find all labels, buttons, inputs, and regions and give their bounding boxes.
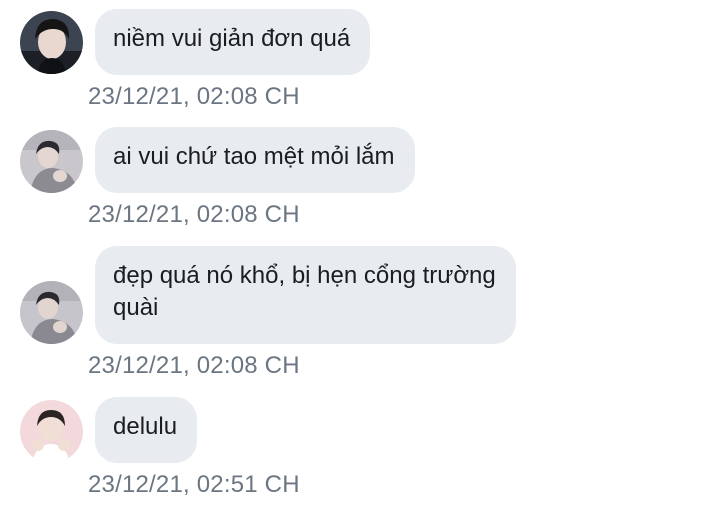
sender-avatar[interactable]	[20, 400, 83, 463]
message-timestamp: 23/12/21, 02:08 CH	[88, 352, 300, 379]
message-text-line: niềm vui giản đơn quá	[113, 25, 351, 52]
message-thread: niềm vui giản đơn quá 23/12/21, 02:08 CH…	[0, 0, 720, 505]
sender-avatar[interactable]	[20, 11, 83, 74]
message-text-line: đẹp quá nó khổ, bị hẹn cổng trường	[113, 262, 496, 289]
profile-photo-icon	[20, 11, 83, 74]
message-bubble[interactable]: đẹp quá nó khổ, bị hẹn cổng trường quài	[95, 246, 516, 344]
message-timestamp: 23/12/21, 02:51 CH	[88, 471, 300, 498]
message-bubble[interactable]: niềm vui giản đơn quá	[95, 9, 371, 75]
message-bubble[interactable]: ai vui chứ tao mệt mỏi lắm	[95, 127, 415, 193]
message-bubble[interactable]: delulu	[95, 397, 198, 463]
message-text-line: delulu	[113, 413, 178, 440]
profile-photo-icon	[20, 130, 83, 193]
message-text-line: ai vui chứ tao mệt mỏi lắm	[113, 143, 395, 170]
profile-photo-icon	[20, 400, 83, 463]
message-timestamp: 23/12/21, 02:08 CH	[88, 201, 300, 228]
sender-avatar[interactable]	[20, 281, 83, 344]
message-text-line: quài	[113, 294, 159, 321]
profile-photo-icon	[20, 281, 83, 344]
message-timestamp: 23/12/21, 02:08 CH	[88, 83, 300, 110]
sender-avatar[interactable]	[20, 130, 83, 193]
